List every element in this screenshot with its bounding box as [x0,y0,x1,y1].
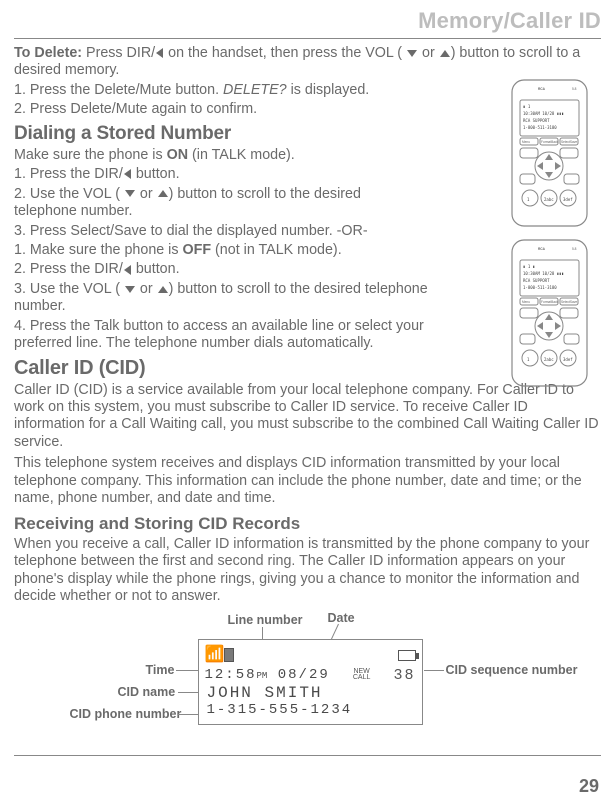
cid-seq-number: 38 [393,667,415,684]
text: button. [132,166,180,182]
svg-text:RCA SUPPORT: RCA SUPPORT [523,278,550,283]
battery-icon [398,650,416,661]
text: Caller ID (CID) is a service available f… [14,382,601,452]
new-call-label: NEWCALL [353,669,371,682]
up-triangle-icon [440,50,450,57]
svg-text:FormatBack: FormatBack [541,300,559,304]
label-cid-seq: CID sequence number [446,663,578,677]
down-triangle-icon [125,286,135,293]
svg-text:▮ 1 ▮: ▮ 1 ▮ [523,264,535,269]
dialing-alt-section: 1. Make sure the phone is OFF (not in TA… [14,242,429,353]
down-triangle-icon [407,50,417,57]
off-label: OFF [182,242,211,258]
label-cid-phone: CID phone number [70,707,182,721]
cid-name-value: JOHN SMITH [199,684,422,702]
up-triangle-icon [158,190,168,197]
text: 2. Use the VOL ( [14,186,124,202]
svg-text:10:30AM 10/28 ▮▮▮: 10:30AM 10/28 ▮▮▮ [523,111,564,116]
top-rule [14,38,601,39]
text: 1. Press the Delete/Mute button. [14,82,223,98]
left-triangle-icon [124,169,131,179]
label-time: Time [146,663,175,677]
svg-text:5.8: 5.8 [572,87,577,91]
leader-line [178,692,200,693]
label-date: Date [328,611,355,625]
text: Make sure the phone is [14,147,167,163]
dialing-section: Make sure the phone is ON (in TALK mode)… [14,147,394,240]
svg-text:10:30AM 10/28 ▮▮▮: 10:30AM 10/28 ▮▮▮ [523,271,564,276]
svg-text:5.8: 5.8 [572,247,577,251]
text: 1. Make sure the phone is [14,242,182,258]
page-number: 29 [579,776,599,797]
text: is displayed. [287,82,370,98]
svg-text:3def: 3def [563,197,573,202]
text: 2. Press Delete/Mute again to confirm. [14,101,394,118]
svg-text:SelectSave: SelectSave [561,140,577,144]
svg-text:Menu: Menu [522,300,530,304]
text: 4. Press the Talk button to access an av… [14,318,429,353]
handset-illustration-1: ▮ 1 10:30AM 10/28 ▮▮▮ RCA SUPPORT 1-800-… [502,78,597,228]
leader-line [178,714,200,715]
recv-section: When you receive a call, Caller ID infor… [14,536,601,606]
svg-text:Menu: Menu [522,140,530,144]
svg-text:1-800-511-3180: 1-800-511-3180 [523,125,557,130]
cid-time: 12:58 [205,667,257,683]
footer-rule [14,755,601,756]
left-triangle-icon [156,48,163,58]
svg-text:RCA SUPPORT: RCA SUPPORT [523,118,550,123]
line-indicator-icon [224,648,234,662]
text: (not in TALK mode). [211,242,342,258]
on-label: ON [167,147,188,163]
text: 3. Use the VOL ( [14,281,124,297]
text: 2. Press the DIR/ [14,261,123,277]
section-header: Memory/Caller ID [14,8,601,34]
text: on the handset, then press the VOL ( [164,45,406,61]
text: button. [132,261,180,277]
recv-heading: Receiving and Storing CID Records [14,514,601,534]
label-line-number: Line number [228,613,303,627]
text: or [136,281,157,297]
text: or [136,186,157,202]
svg-text:1: 1 [527,197,530,202]
left-triangle-icon [124,265,131,275]
text: When you receive a call, Caller ID infor… [14,536,601,606]
cid-ampm: PM [257,671,268,681]
svg-text:RCA: RCA [538,247,546,251]
svg-text:1-800-511-3180: 1-800-511-3180 [523,285,557,290]
text: 1. Press the DIR/ [14,166,123,182]
up-triangle-icon [158,286,168,293]
svg-text:▮ 1: ▮ 1 [523,104,531,109]
svg-text:RCA: RCA [538,87,546,91]
down-triangle-icon [125,190,135,197]
leader-line [176,670,200,671]
text: 3. Press Select/Save to dial the display… [14,223,394,240]
cid-diagram: Line number Date Time CID name CID phone… [28,611,588,751]
text: or [418,45,439,61]
cid-screen: 📶 12:58PM 08/29 NEWCALL 38 JOHN SMITH 1-… [198,639,423,725]
cid-date: 08/29 [278,667,330,683]
svg-text:3def: 3def [563,357,573,362]
text: (in TALK mode). [188,147,295,163]
handset-illustration-2: ▮ 1 ▮ 10:30AM 10/28 ▮▮▮ RCA SUPPORT 1-80… [502,238,597,388]
cid-phone-value: 1-315-555-1234 [199,702,422,718]
delete-prompt: DELETE? [223,82,287,98]
svg-text:2abc: 2abc [544,197,554,202]
antenna-icon: 📶 [205,647,225,663]
text: Press DIR/ [82,45,155,61]
text: This telephone system receives and displ… [14,455,601,507]
svg-text:2abc: 2abc [544,357,554,362]
svg-text:1: 1 [527,357,530,362]
to-delete-label: To Delete: [14,45,82,61]
svg-text:SelectSave: SelectSave [561,300,577,304]
label-cid-name: CID name [118,685,176,699]
leader-line [424,670,444,671]
cid-section: Caller ID (CID) is a service available f… [14,382,601,508]
svg-text:FormatBack: FormatBack [541,140,559,144]
